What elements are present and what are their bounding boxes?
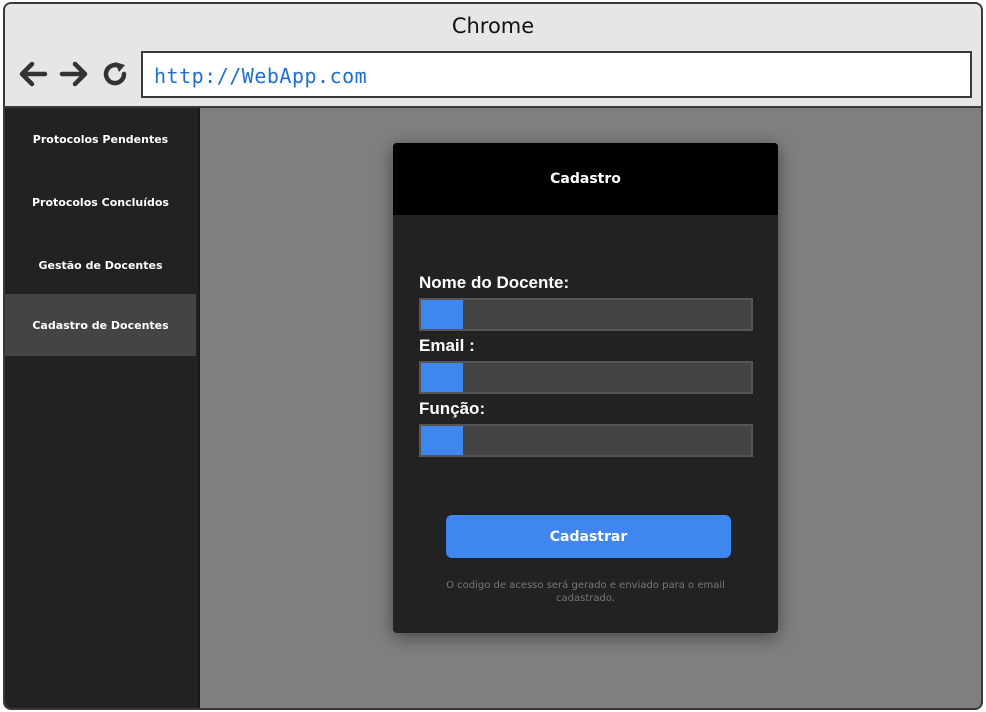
funcao-input[interactable] [419, 424, 753, 457]
forward-arrow-icon[interactable] [58, 58, 90, 90]
window-title: Chrome [451, 14, 535, 38]
sidebar: Protocolos Pendentes Protocolos Concluíd… [5, 108, 200, 708]
nome-docente-input[interactable] [419, 298, 753, 331]
url-text: http://WebApp.com [154, 64, 368, 88]
email-input[interactable] [419, 361, 753, 394]
back-arrow-icon[interactable] [17, 58, 49, 90]
cadastro-card: Cadastro Nome do Docente: Email : Função… [393, 143, 778, 633]
sidebar-item-gestao-de-docentes[interactable]: Gestão de Docentes [5, 234, 196, 296]
browser-toolbar: Chrome http://WebApp.com [5, 4, 981, 108]
browser-window: Chrome http://WebApp.com Protocolos Pend… [3, 2, 983, 710]
sidebar-item-protocolos-pendentes[interactable]: Protocolos Pendentes [5, 108, 196, 170]
cadastrar-button[interactable]: Cadastrar [446, 515, 731, 558]
input-cursor [421, 363, 463, 392]
address-bar[interactable]: http://WebApp.com [141, 51, 972, 98]
access-code-note: O codigo de acesso será gerado e enviado… [446, 580, 725, 604]
nome-docente-label: Nome do Docente: [419, 273, 570, 292]
sidebar-item-label: Protocolos Pendentes [32, 132, 169, 146]
reload-icon[interactable] [99, 58, 131, 90]
sidebar-item-label: Protocolos Concluídos [32, 195, 169, 209]
card-title: Cadastro [550, 171, 621, 187]
funcao-label: Função: [419, 399, 486, 418]
email-label: Email : [419, 336, 475, 355]
sidebar-item-label: Cadastro de Docentes [32, 318, 169, 332]
card-header: Cadastro [393, 143, 778, 215]
input-cursor [421, 426, 463, 455]
sidebar-item-label: Gestão de Docentes [38, 258, 163, 272]
sidebar-item-protocolos-concluidos[interactable]: Protocolos Concluídos [5, 171, 196, 233]
sidebar-item-cadastro-de-docentes[interactable]: Cadastro de Docentes [5, 294, 196, 356]
input-cursor [421, 300, 463, 329]
